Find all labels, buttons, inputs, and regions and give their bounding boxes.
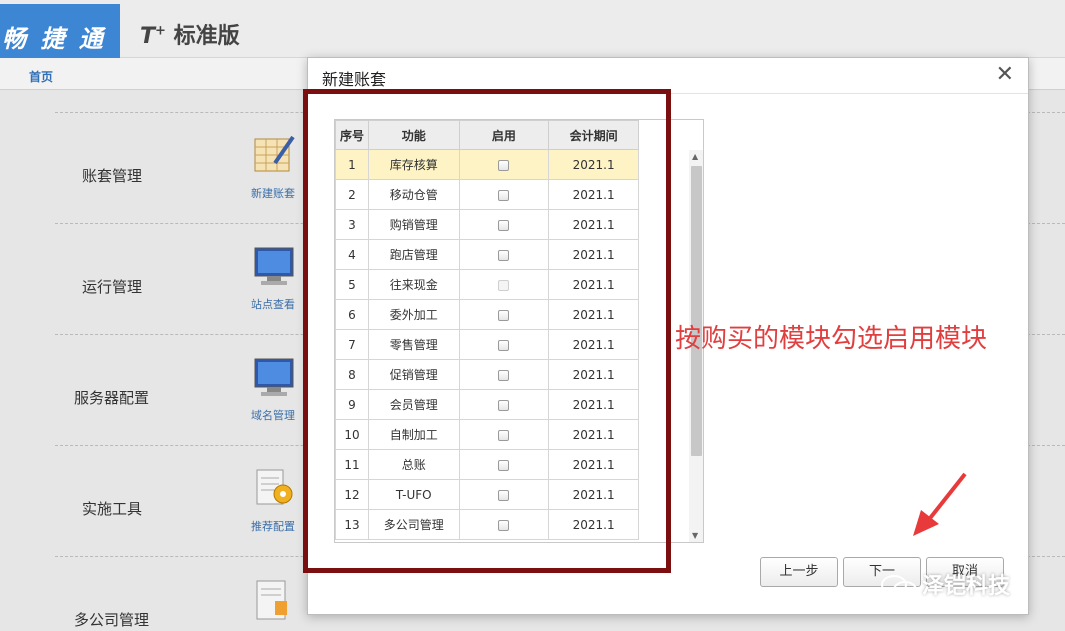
watermark-text: 泽铠科技: [922, 574, 1011, 599]
document-icon: [256, 580, 287, 620]
product-title: T+ 标准版: [140, 18, 240, 50]
dialog-title: 新建账套: [322, 70, 387, 89]
category-server-config: 服务器配置: [74, 389, 150, 407]
module-site-view[interactable]: 站点查看: [243, 244, 303, 312]
close-icon[interactable]: ✕: [996, 64, 1014, 86]
highlight-box: [303, 89, 671, 573]
module-label: 站点查看: [251, 298, 295, 311]
scroll-down-icon[interactable]: ▼: [692, 531, 698, 540]
module-new-account[interactable]: 新建账套: [243, 133, 303, 201]
module-label: 新建账套: [251, 187, 295, 200]
module-domain-management[interactable]: 域名管理: [243, 355, 303, 423]
monitor-icon: [254, 358, 294, 396]
category-impl-tools: 实施工具: [82, 500, 143, 518]
scroll-thumb[interactable]: [691, 166, 702, 456]
prev-button[interactable]: 上一步: [760, 557, 838, 587]
wechat-logo-icon: [881, 575, 917, 599]
annotation-text: 按购买的模块勾选启用模块: [675, 324, 988, 354]
watermark: 泽铠科技: [880, 568, 1010, 600]
document-gear-icon: [256, 469, 293, 505]
category-run-management: 运行管理: [82, 278, 143, 296]
spreadsheet-pen-icon: [254, 135, 295, 172]
module-label: 域名管理: [251, 409, 295, 422]
monitor-icon: [254, 247, 294, 285]
module-label: 推荐配置: [251, 520, 295, 533]
module-multi-company[interactable]: [243, 577, 303, 625]
top-bar: 畅 捷 通 T+ 标准版: [0, 0, 1065, 58]
category-account-management: 账套管理: [82, 167, 143, 185]
category-multi-company: 多公司管理: [74, 611, 150, 629]
product-edition: 标准版: [173, 24, 240, 49]
module-recommended-config[interactable]: 推荐配置: [243, 466, 303, 534]
brand-logo: 畅 捷 通: [0, 4, 120, 58]
scroll-up-icon[interactable]: ▲: [692, 152, 698, 161]
red-arrow-icon: [913, 472, 967, 536]
t-plus-logo: T+: [140, 23, 166, 49]
